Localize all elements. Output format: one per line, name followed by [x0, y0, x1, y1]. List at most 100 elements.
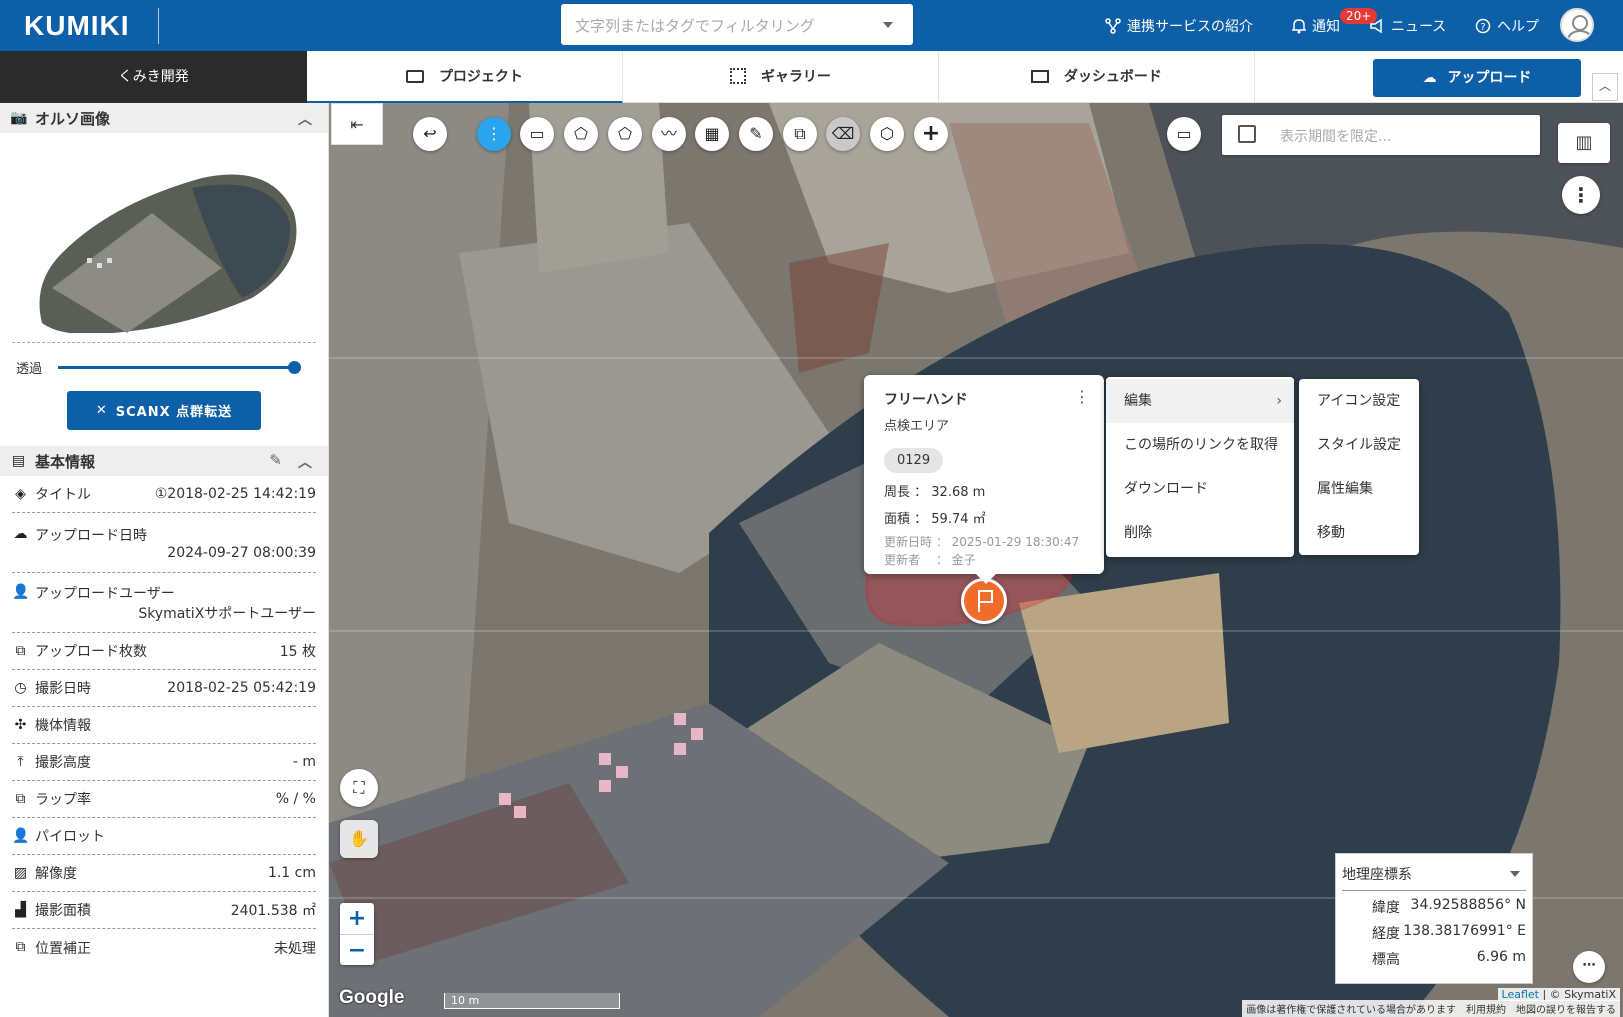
nav-notify[interactable]: 通知 — [1292, 16, 1340, 36]
chat-bubble-button[interactable]: ⋯ — [1573, 951, 1605, 983]
submenu-item-move[interactable]: 移動 — [1299, 511, 1419, 555]
popup-menu-button[interactable]: ⋮ — [1074, 387, 1090, 406]
nav-news[interactable]: ニュース — [1369, 16, 1446, 36]
date-range-placeholder: 表示期間を限定... — [1280, 129, 1392, 145]
overlap-value: % / % — [275, 791, 316, 807]
terms-link[interactable]: 利用規約 — [1466, 1001, 1506, 1016]
app-logo[interactable]: KUMIKI — [24, 10, 130, 42]
menu-item-delete[interactable]: 削除 — [1106, 511, 1294, 555]
altitude-row: 標高 6.96 m — [1342, 949, 1526, 969]
nav-help-label: ヘルプ — [1497, 19, 1539, 35]
kebab-vertical-icon: ⋮ — [486, 124, 502, 143]
basic-info-section-header[interactable]: ▤ 基本情報 ✎ ︿ — [0, 446, 328, 476]
tab-dashboard[interactable]: ダッシュボード — [939, 51, 1255, 103]
coordinate-system-select[interactable]: 地理座標系 — [1342, 864, 1526, 891]
upload-user-label: アップロードユーザー — [35, 585, 175, 602]
tab-project[interactable]: プロジェクト — [307, 51, 623, 103]
add-tool-button[interactable]: + — [914, 117, 948, 151]
3d-tool-button[interactable]: ⬡ — [870, 117, 904, 151]
chevron-up-icon[interactable]: ︿ — [298, 109, 312, 129]
info-row-upload-user: 👤 アップロードユーザー SkymatiXサポートユーザー — [12, 573, 316, 633]
search-placeholder: 文字列またはタグでフィルタリング — [575, 17, 815, 35]
longitude-value: 138.38176991° E — [1403, 923, 1526, 939]
ortho-thumbnail[interactable] — [12, 133, 316, 343]
map-layer-button[interactable]: ▥ — [1558, 123, 1610, 163]
info-row-altitude: ⤒ 撮影高度 - m — [12, 744, 316, 781]
tab-gallery[interactable]: ギャラリー — [623, 51, 939, 103]
upload-button[interactable]: ☁ アップロード — [1373, 59, 1581, 97]
fit-bounds-button[interactable]: ⛶ — [340, 769, 378, 807]
aircraft-label: 機体情報 — [35, 718, 91, 734]
basic-info-list: ◈ タイトル ①2018-02-25 14:42:19 ☁ アップロード日時 202… — [0, 476, 328, 966]
tab-gallery-label: ギャラリー — [760, 69, 831, 85]
ruler-tool-button[interactable]: ▭ — [520, 117, 554, 151]
transparency-slider[interactable] — [58, 360, 302, 374]
erase-tool-button[interactable]: ⌫ — [826, 117, 860, 151]
copy-icon: ⧉ — [794, 124, 806, 143]
copy-tool-button[interactable]: ⧉ — [783, 117, 817, 151]
user-icon: 👤 — [12, 827, 30, 844]
pan-hand-button[interactable]: ✋ — [340, 820, 378, 858]
chevron-up-icon: ︿ — [1598, 79, 1611, 93]
google-logo: Google — [339, 987, 405, 1008]
scanx-transfer-button[interactable]: ✕ SCANX 点群転送 — [67, 391, 261, 430]
collapse-header-button[interactable]: ︿ — [1592, 73, 1618, 101]
longitude-row: 経度 138.38176991° E — [1342, 923, 1526, 943]
polygon-tool-button[interactable]: ⬠ — [608, 117, 642, 151]
copy-icon: ⧉ — [15, 939, 26, 955]
cube-icon: ⬡ — [880, 124, 894, 143]
submenu-item-icon-settings[interactable]: アイコン設定 — [1299, 379, 1419, 423]
help-circle-icon: ? — [1475, 18, 1491, 34]
submenu-item-attr-edit[interactable]: 属性編集 — [1299, 467, 1419, 511]
correction-value: 未処理 — [274, 940, 316, 957]
nav-help[interactable]: ? ヘルプ — [1475, 16, 1539, 36]
shoot-date-label: 撮影日時 — [35, 681, 91, 697]
flag-marker[interactable] — [961, 578, 1007, 624]
collapse-sidebar-button[interactable]: ⇤ — [331, 103, 383, 145]
map-scale-bar: 10 m — [444, 993, 620, 1009]
menu-item-edit[interactable]: 編集 › — [1106, 379, 1294, 423]
ortho-section-header[interactable]: 📷 オルソ画像 ︿ — [0, 103, 328, 133]
popup-subtitle: 点検エリア — [884, 419, 950, 434]
logo-divider — [158, 8, 159, 44]
layout-tool-button[interactable]: ▦ — [695, 117, 729, 151]
filter-search-input[interactable]: 文字列またはタグでフィルタリング — [561, 4, 913, 45]
zoom-in-button[interactable]: + — [340, 903, 374, 934]
info-row-area: ▟ 撮影面積 2401.538 ㎡ — [12, 892, 316, 929]
menu-item-get-link[interactable]: この場所のリンクを取得 — [1106, 423, 1294, 467]
polygon-dashed-icon: ⬠ — [574, 124, 588, 143]
map-more-button[interactable]: ⋮ — [1562, 176, 1600, 214]
popup-area-value: 59.74 ㎡ — [931, 512, 986, 527]
resolution-label: 解像度 — [35, 866, 77, 882]
chevron-down-icon[interactable] — [883, 22, 893, 28]
more-tools-button[interactable]: ⋮ — [477, 117, 511, 151]
nav-services[interactable]: 連携サービスの紹介 — [1105, 16, 1253, 36]
user-avatar[interactable] — [1560, 8, 1594, 42]
map-canvas[interactable]: ⇤ ↩ ⋮ ▭ ⬠ ⬠ 〰 ▦ ✎ ⧉ ⌫ ⬡ + ▭ 表示期間を限定... ▥… — [329, 103, 1623, 1017]
date-range-input[interactable]: 表示期間を限定... — [1222, 115, 1540, 155]
undo-tool-button[interactable]: ↩ — [413, 117, 447, 151]
area-polygon-tool-button[interactable]: ⬠ — [564, 117, 598, 151]
altitude-coord-label: 標高 — [1372, 952, 1400, 968]
map-icon: ▥ — [1575, 132, 1593, 153]
polyline-tool-button[interactable]: 〰 — [652, 117, 686, 151]
zoom-out-button[interactable]: − — [340, 934, 374, 965]
menu-item-download[interactable]: ダウンロード — [1106, 467, 1294, 511]
info-row-upload-date: ☁ アップロード日時 2024-09-27 08:00:39 — [12, 513, 316, 573]
feature-context-menu: 編集 › この場所のリンクを取得 ダウンロード 削除 — [1106, 377, 1294, 557]
kebab-vertical-icon: ⋮ — [1571, 183, 1591, 207]
project-name[interactable]: くみき開発 — [0, 51, 307, 103]
report-error-link[interactable]: 地図の誤りを報告する — [1516, 1001, 1616, 1016]
monitor-icon: ▭ — [1176, 124, 1192, 143]
draw-tool-button[interactable]: ✎ — [739, 117, 773, 151]
hand-icon: ✋ — [349, 829, 369, 848]
upload-count-value: 15 枚 — [279, 644, 316, 660]
bell-icon — [1292, 19, 1306, 34]
popup-tag[interactable]: 0129 — [884, 448, 944, 473]
display-toggle-button[interactable]: ▭ — [1167, 117, 1201, 151]
submenu-item-style-settings[interactable]: スタイル設定 — [1299, 423, 1419, 467]
grid-icon — [730, 68, 747, 84]
chevron-up-icon[interactable]: ︿ — [298, 452, 312, 472]
edit-pencil-icon[interactable]: ✎ — [269, 451, 282, 469]
transparency-slider-handle[interactable] — [288, 360, 302, 374]
